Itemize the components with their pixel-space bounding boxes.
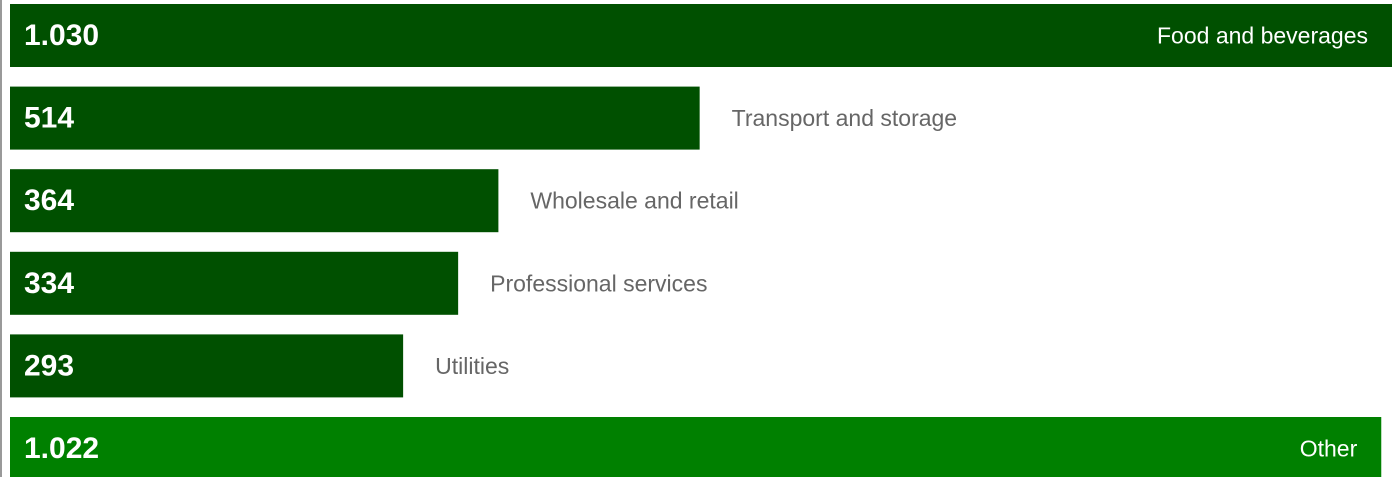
bar-value-label-utilities: 293 [24,349,74,382]
bar-chart: 1.030 Food and beverages 514 Transport and … [0,0,1392,477]
category-label-wholesale-and-retail: Wholesale and retail [530,188,738,214]
bars-group: 1.030 Food and beverages 514 Transport and … [10,4,1392,477]
category-label-utilities: Utilities [435,353,509,379]
bar-wholesale-and-retail [10,169,499,233]
bar-value-label-other: 1.022 [24,432,99,465]
category-label-other: Other [1300,436,1358,462]
bar-transport-and-storage [10,86,700,150]
bar-professional-services [10,251,459,315]
bar-value-label-food-and-beverages: 1.030 [24,19,99,52]
category-label-professional-services: Professional services [490,270,707,296]
bar-other [10,417,1382,477]
bar-value-label-professional-services: 334 [24,267,74,300]
category-label-transport-and-storage: Transport and storage [732,105,957,131]
category-label-food-and-beverages: Food and beverages [1157,23,1368,49]
bar-value-label-transport-and-storage: 514 [24,102,74,135]
bar-value-label-wholesale-and-retail: 364 [24,184,74,217]
